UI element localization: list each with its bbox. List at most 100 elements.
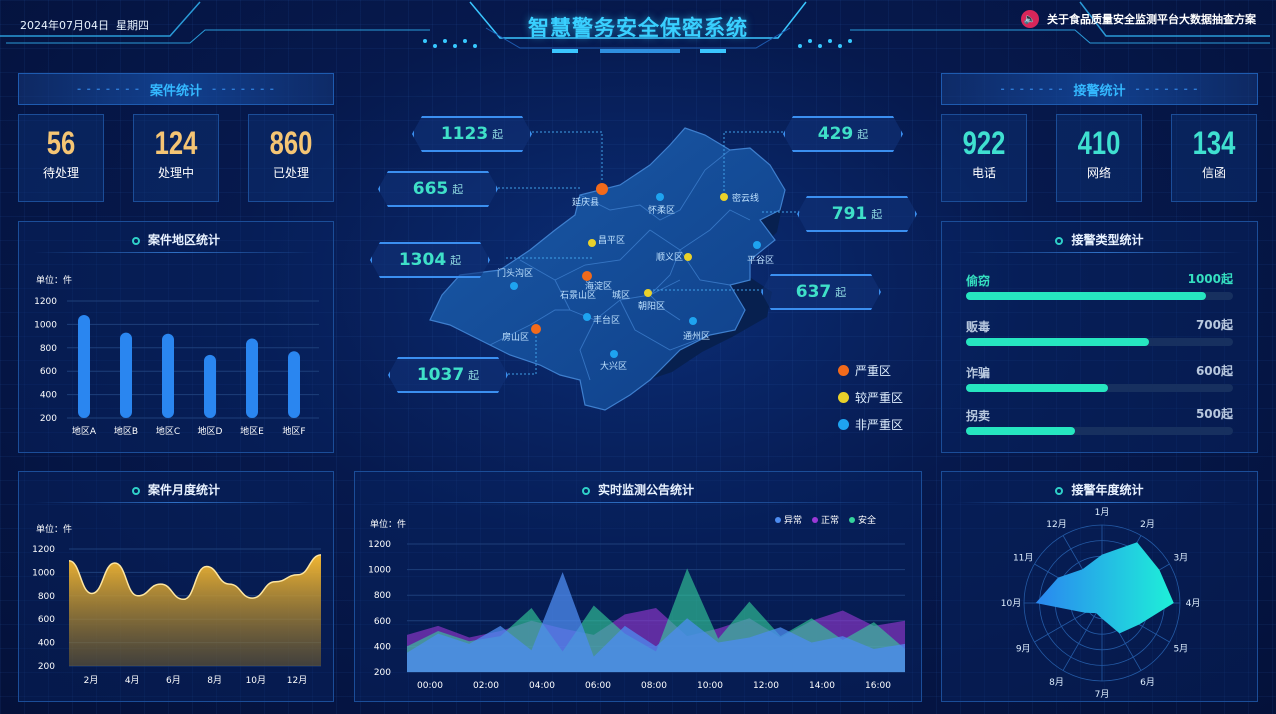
y-tick-label: 600 bbox=[38, 615, 55, 625]
type-name: 拐卖 bbox=[966, 409, 991, 423]
monitor-title: 实时监测公告统计 bbox=[597, 483, 694, 497]
type-row-theft[interactable]: 偷窃 1000起 bbox=[966, 270, 1233, 302]
bar bbox=[246, 338, 258, 418]
normal-marker bbox=[510, 282, 518, 290]
stat-label: 网络 bbox=[1086, 166, 1111, 180]
type-row-trafficking[interactable]: 拐卖 500起 bbox=[966, 405, 1233, 437]
district-label: 密云线 bbox=[732, 192, 759, 204]
panel-title: 实时监测公告统计 bbox=[355, 481, 921, 498]
bar bbox=[288, 351, 300, 418]
legend-abnormal[interactable]: 异常 bbox=[775, 513, 802, 526]
type-track bbox=[966, 427, 1233, 435]
panel-title: 案件月度统计 bbox=[19, 481, 333, 498]
callout-unit: 起 bbox=[857, 128, 869, 141]
region-bar-chart: 200 400 600 800 1000 1200 地区A 地区B 地区C 地区D 地区E 地区F bbox=[34, 297, 319, 437]
type-row-fraud[interactable]: 诈骗 600起 bbox=[966, 362, 1233, 394]
callout-unit: 起 bbox=[468, 369, 480, 382]
x-tick-label: 00:00 bbox=[417, 681, 443, 691]
x-tick-label: 2月 bbox=[84, 675, 99, 686]
radar-label: 2月 bbox=[1140, 519, 1155, 530]
stat-value: 134 bbox=[1192, 125, 1236, 161]
notice-text[interactable]: 关于食品质量安全监测平台大数据抽查方案 bbox=[1047, 11, 1256, 27]
region-title: 案件地区统计 bbox=[147, 233, 220, 247]
panel-title: 接警年度统计 bbox=[942, 481, 1257, 498]
callout-right-3[interactable]: 637 起 bbox=[761, 274, 881, 310]
radar-label: 6月 bbox=[1140, 677, 1155, 688]
type-value: 1000起 bbox=[1187, 272, 1233, 286]
callout-left-2[interactable]: 1304 起 bbox=[370, 242, 490, 278]
stat-card-pending[interactable]: 56 待处理 bbox=[18, 114, 104, 202]
stat-label: 已处理 bbox=[272, 166, 309, 180]
x-tick-label: 8月 bbox=[207, 675, 222, 686]
y-tick-label: 200 bbox=[38, 662, 55, 672]
y-tick-label: 600 bbox=[40, 367, 57, 377]
speaker-icon[interactable]: 🔈 bbox=[1021, 10, 1039, 28]
y-tick-label: 1200 bbox=[34, 297, 57, 307]
type-track bbox=[966, 338, 1233, 346]
normal-marker bbox=[689, 317, 697, 325]
region-chart-panel: 案件地区统计 单位：件 200 400 600 800 1000 1200 地区A 地区B 地区… bbox=[18, 221, 334, 453]
stat-card-phone[interactable]: 922 电话 bbox=[941, 114, 1027, 202]
callout-left-1[interactable]: 665 起 bbox=[378, 171, 498, 207]
y-tick-label: 600 bbox=[374, 617, 391, 627]
x-tick-label: 4月 bbox=[125, 675, 140, 686]
legend-safe[interactable]: 安全 bbox=[849, 513, 876, 526]
monitor-area-chart: 200 400 600 800 1000 1200 00:00 02:00 04:00 06:00… bbox=[368, 540, 905, 691]
moderate-marker bbox=[588, 239, 596, 247]
type-row-drug[interactable]: 贩毒 700起 bbox=[966, 316, 1233, 348]
callout-yanqing[interactable]: 1123 起 bbox=[412, 116, 532, 152]
y-tick-label: 1200 bbox=[368, 540, 391, 550]
y-tick-label: 400 bbox=[40, 391, 57, 401]
normal-marker bbox=[583, 313, 591, 321]
severe-marker bbox=[582, 271, 592, 281]
callout-value: 429 bbox=[817, 124, 854, 144]
callout-value: 791 bbox=[831, 204, 868, 224]
severe-marker bbox=[531, 324, 541, 334]
callout-right-1[interactable]: 429 起 bbox=[783, 116, 903, 152]
target-icon bbox=[131, 236, 140, 245]
callout-unit: 起 bbox=[492, 128, 504, 141]
stat-card-letter[interactable]: 134 信函 bbox=[1171, 114, 1257, 202]
callout-unit: 起 bbox=[871, 208, 883, 221]
stat-label: 待处理 bbox=[42, 166, 79, 180]
orange-dot-icon bbox=[838, 365, 849, 376]
type-value: 500起 bbox=[1195, 407, 1233, 421]
x-tick-label: 16:00 bbox=[865, 681, 891, 691]
legend-severe[interactable]: 严重区 bbox=[838, 362, 903, 379]
type-name: 偷窃 bbox=[966, 274, 991, 288]
x-tick-label: 10月 bbox=[246, 675, 266, 686]
x-tick-label: 地区B bbox=[114, 425, 138, 437]
callout-left-3[interactable]: 1037 起 bbox=[388, 357, 508, 393]
y-tick-label: 800 bbox=[38, 592, 55, 602]
yellow-dot-icon bbox=[838, 392, 849, 403]
severe-marker bbox=[596, 183, 608, 195]
monitor-chart-panel: 实时监测公告统计 单位：件 异常 正常 安全 200 400 600 800 1000 1… bbox=[354, 471, 922, 702]
callout-right-2[interactable]: 791 起 bbox=[797, 196, 917, 232]
x-tick-label: 14:00 bbox=[809, 681, 835, 691]
type-fill bbox=[966, 292, 1207, 300]
callout-unit: 起 bbox=[452, 183, 464, 196]
legend-moderate[interactable]: 较严重区 bbox=[838, 389, 903, 406]
radar-label: 8月 bbox=[1049, 677, 1064, 688]
stat-value: 56 bbox=[46, 125, 76, 161]
x-tick-label: 04:00 bbox=[529, 681, 555, 691]
stat-card-network[interactable]: 410 网络 bbox=[1056, 114, 1142, 202]
monthly-chart-panel: 案件月度统计 单位：件 200 400 600 800 1000 1200 2月 4月 6月 8月… bbox=[18, 471, 334, 702]
legend-label: 较严重区 bbox=[855, 391, 904, 405]
district-label: 房山区 bbox=[502, 331, 529, 343]
monitor-legend: 异常 正常 安全 bbox=[775, 513, 876, 526]
legend-normal[interactable]: 正常 bbox=[812, 513, 839, 526]
notice-bar[interactable]: 🔈 关于食品质量安全监测平台大数据抽查方案 bbox=[1021, 10, 1256, 28]
stat-card-processed[interactable]: 860 已处理 bbox=[248, 114, 334, 202]
stat-value: 124 bbox=[154, 125, 198, 161]
x-tick-label: 地区E bbox=[240, 425, 264, 437]
callout-value: 637 bbox=[795, 282, 832, 302]
stat-card-processing[interactable]: 124 处理中 bbox=[133, 114, 219, 202]
x-tick-label: 08:00 bbox=[641, 681, 667, 691]
alarm-type-panel: 接警类型统计 偷窃 1000起 贩毒 700起 诈骗 600起 拐卖 500起 bbox=[941, 221, 1258, 453]
y-tick-label: 800 bbox=[40, 344, 57, 354]
type-value: 700起 bbox=[1195, 318, 1233, 332]
x-tick-label: 06:00 bbox=[585, 681, 611, 691]
legend-normal[interactable]: 非严重区 bbox=[838, 416, 903, 433]
type-track bbox=[966, 384, 1233, 392]
